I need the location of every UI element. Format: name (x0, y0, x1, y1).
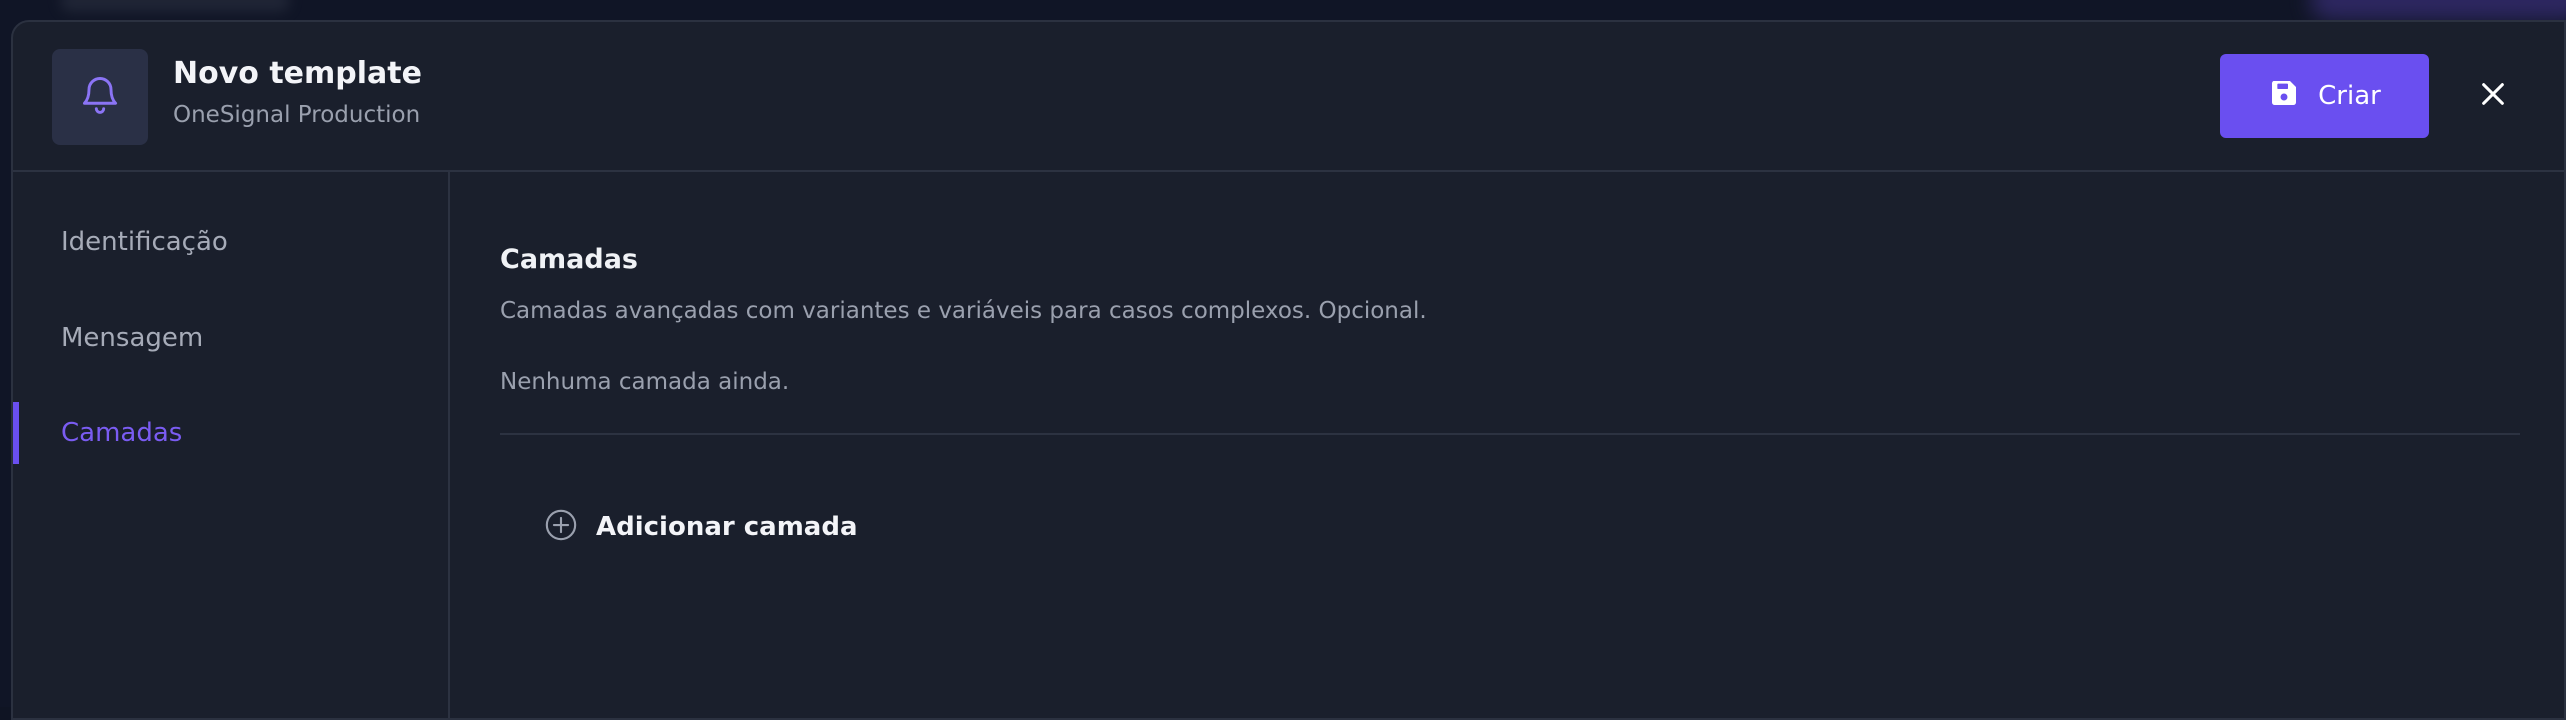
bell-icon (78, 73, 122, 121)
save-icon (2268, 77, 2300, 116)
sidebar-item-camadas[interactable]: Camadas (13, 402, 448, 464)
add-layer-label: Adicionar camada (596, 512, 858, 542)
plus-circle-icon (544, 508, 578, 546)
modal-header: Novo template OneSignal Production Criar (13, 22, 2564, 172)
template-modal: Novo template OneSignal Production Criar… (11, 20, 2566, 720)
section-description: Camadas avançadas com variantes e variáv… (500, 298, 1427, 324)
backdrop-glow (2310, 0, 2566, 20)
main-content: Camadas Camadas avançadas com variantes … (450, 172, 2560, 718)
sidebar-item-label: Mensagem (61, 323, 204, 353)
sidebar-nav: Identificação Mensagem Camadas (13, 172, 450, 718)
close-icon (2479, 80, 2507, 112)
sidebar-item-label: Camadas (61, 418, 183, 448)
page-subtitle: OneSignal Production (173, 102, 421, 128)
template-avatar (52, 49, 148, 145)
active-indicator (13, 402, 19, 464)
close-button[interactable] (2473, 76, 2513, 116)
page-title: Novo template (173, 56, 422, 91)
create-button[interactable]: Criar (2220, 54, 2429, 138)
sidebar-item-label: Identificação (61, 227, 228, 257)
sidebar-item-identificacao[interactable]: Identificação (13, 211, 448, 273)
add-layer-button[interactable]: Adicionar camada (544, 508, 858, 546)
backdrop-glow (60, 0, 290, 12)
empty-state-text: Nenhuma camada ainda. (500, 369, 790, 395)
divider (500, 433, 2520, 435)
create-button-label: Criar (2318, 81, 2381, 111)
section-title: Camadas (500, 244, 639, 275)
sidebar-item-mensagem[interactable]: Mensagem (13, 307, 448, 369)
